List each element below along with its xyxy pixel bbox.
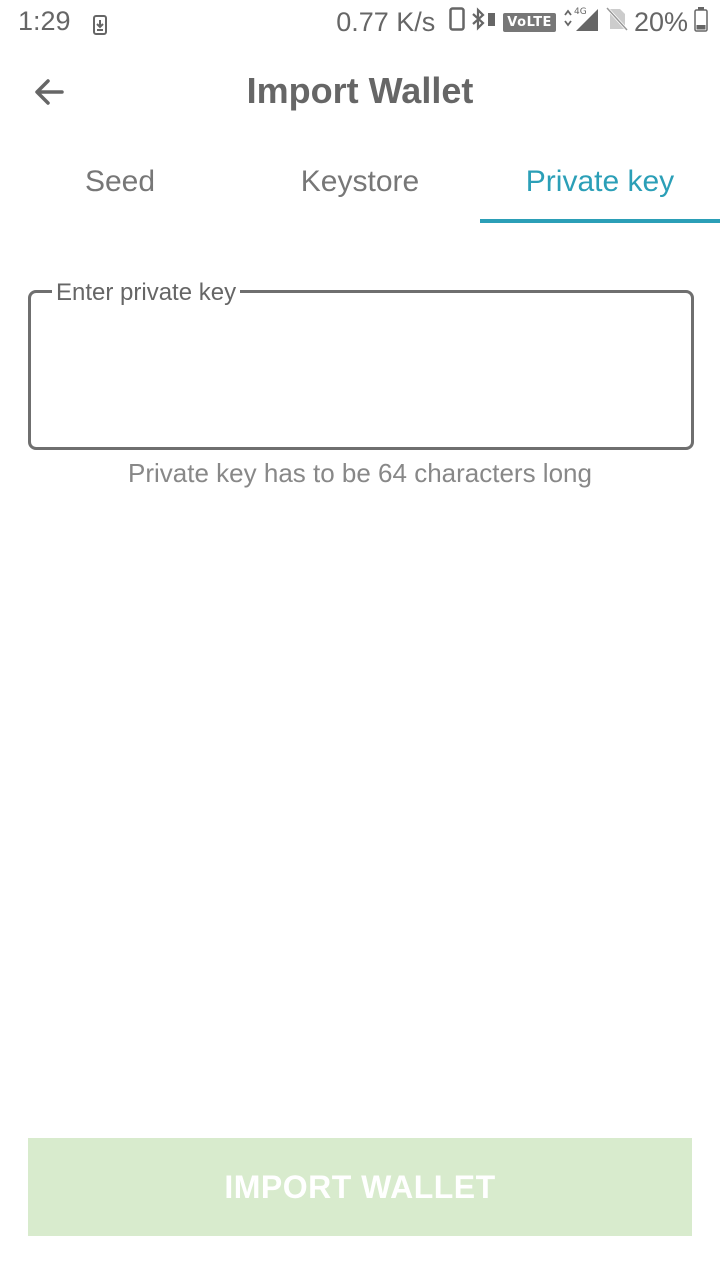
battery-icon [694, 6, 708, 39]
status-bar: 1:29 0.77 K/s VoLTE 4G 20% [0, 0, 720, 44]
bluetooth-icon [471, 6, 497, 38]
network-type-label: 4G [574, 7, 587, 17]
tab-keystore[interactable]: Keystore [240, 150, 480, 224]
download-icon [93, 11, 107, 35]
tab-seed[interactable]: Seed [0, 150, 240, 224]
private-key-label: Enter private key [52, 279, 241, 307]
signal-icon: 4G [562, 5, 600, 40]
import-wallet-button[interactable]: IMPORT WALLET [28, 1138, 692, 1236]
phone-icon [449, 6, 466, 38]
tab-private-key[interactable]: Private key [480, 150, 720, 224]
status-time: 1:29 [18, 6, 71, 36]
network-speed: 0.77 K/s [336, 6, 436, 37]
private-key-input[interactable] [44, 320, 678, 434]
page-title: Import Wallet [246, 70, 474, 111]
battery-percent: 20% [633, 6, 688, 37]
private-key-hint: Private key has to be 64 characters long [128, 458, 592, 488]
volte-badge: VoLTE [503, 12, 556, 32]
tab-bar: Seed Keystore Private key [0, 150, 720, 224]
no-sim-icon [605, 6, 629, 38]
tab-selected-indicator [480, 219, 720, 223]
app-bar: Import Wallet [0, 52, 720, 132]
